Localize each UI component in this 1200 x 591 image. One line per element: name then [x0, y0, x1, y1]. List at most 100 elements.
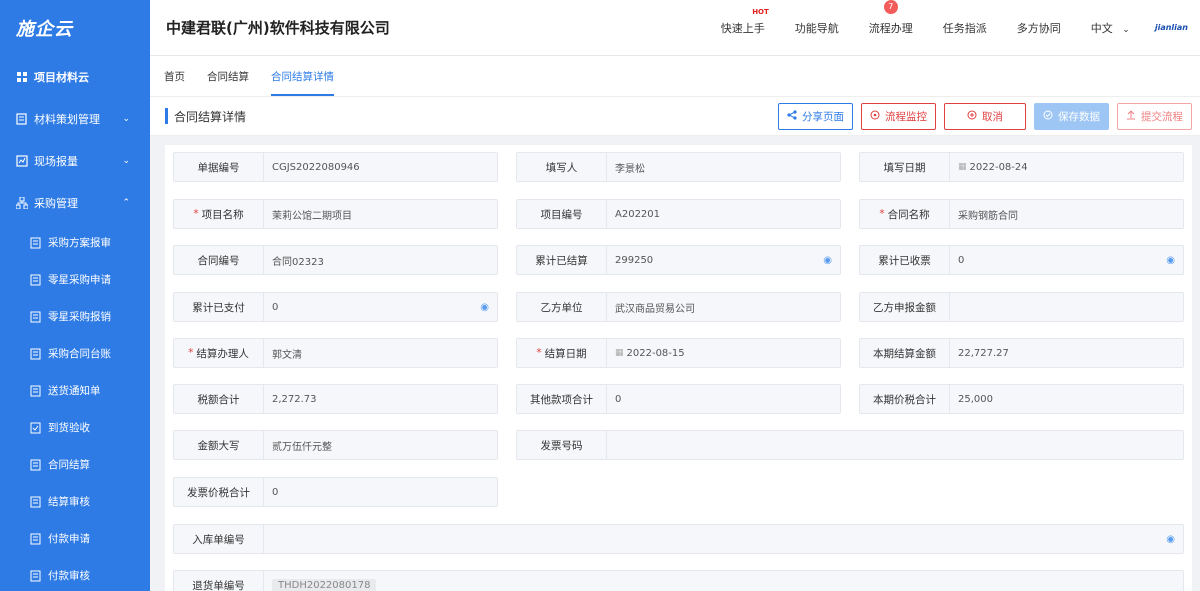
tab-bar: 首页 合同结算 合同结算详情 [150, 56, 1200, 96]
sidebar-item-label: 送货通知单 [48, 385, 101, 397]
chevron-down-icon: ⌄ [1122, 24, 1130, 35]
paid-total-field: 累计已支付 0 ◉ [173, 292, 498, 322]
settle-amount-field: 本期结算金额 22,727.27 [859, 338, 1184, 368]
sidebar-item-sporadic-reimburse[interactable]: 零星采购报销 [0, 298, 150, 335]
eye-icon[interactable]: ◉ [823, 255, 832, 266]
nav-function-guide[interactable]: 功能导航 [795, 20, 839, 36]
sidebar-item-label: 零星采购申请 [48, 274, 111, 286]
chevron-down-icon: ⌄ [122, 156, 130, 166]
sidebar-item-delivery-notice[interactable]: 送货通知单 [0, 372, 150, 409]
sidebar-item-label: 采购方案报审 [48, 237, 111, 249]
settle-date-input[interactable]: ▦ 2022-08-15 [607, 339, 840, 367]
tax-total-value: 2,272.73 [264, 385, 497, 413]
warehouse-no-input[interactable]: ◉ [264, 525, 1183, 553]
nav-task-assign[interactable]: 任务指派 [943, 20, 987, 36]
submit-process-button[interactable]: 提交流程 [1117, 102, 1192, 130]
tab-contract-settle-detail[interactable]: 合同结算详情 [271, 56, 334, 96]
field-label: 填写人 [517, 153, 607, 181]
handler-input[interactable]: 郭文清 [264, 339, 497, 367]
share-button-label: 分享页面 [802, 110, 844, 123]
language-select[interactable]: 中文 ⌄ [1091, 20, 1130, 36]
invoice-no-input[interactable] [607, 431, 1183, 459]
share-button[interactable]: 分享页面 [778, 102, 853, 130]
amount-words-field: 金额大写 贰万伍仟元整 [173, 430, 498, 460]
target-icon [870, 110, 880, 123]
doc-no-value: CGJS2022080946 [264, 153, 497, 181]
doc-no-field: 单据编号 CGJS2022080946 [173, 152, 498, 182]
eye-icon[interactable]: ◉ [1166, 534, 1175, 545]
project-name-input[interactable]: 茉莉公馆二期项目 [264, 200, 497, 228]
contract-name-input[interactable]: 采购钢筋合同 [950, 200, 1183, 228]
field-label: 本期结算金额 [860, 339, 950, 367]
sidebar-item-payment-review[interactable]: 付款审核 [0, 557, 150, 591]
process-monitor-label: 流程监控 [885, 110, 927, 123]
cancel-label: 取消 [982, 110, 1003, 123]
chevron-up-icon: ⌃ [122, 198, 130, 208]
language-label: 中文 [1090, 21, 1113, 35]
document-icon [30, 274, 42, 286]
nav-quick-start[interactable]: 快速上手 HOT [720, 8, 769, 36]
sidebar-item-label: 付款申请 [48, 533, 90, 545]
sidebar-item-payment-apply[interactable]: 付款申请 [0, 520, 150, 557]
save-button[interactable]: 保存数据 [1034, 102, 1109, 130]
sidebar-item-label: 付款审核 [48, 570, 90, 582]
field-label: 退货单编号 [174, 571, 264, 591]
process-monitor-button[interactable]: 流程监控 [861, 102, 936, 130]
field-label: 项目编号 [517, 200, 607, 228]
write-date-input: ▦ 2022-08-24 [950, 153, 1183, 181]
field-label: 乙方申报金额 [860, 293, 950, 321]
sidebar-item-label: 零星采购报销 [48, 311, 111, 323]
sidebar-item-project-material[interactable]: 项目材料云 [0, 56, 150, 98]
return-no-value: THDH2022080178 [264, 571, 1183, 591]
settled-total-field: 累计已结算 299250 ◉ [516, 245, 841, 275]
sidebar-item-sporadic-apply[interactable]: 零星采购申请 [0, 261, 150, 298]
submit-label: 提交流程 [1141, 110, 1183, 123]
contract-no-value: 合同02323 [264, 246, 497, 274]
payment-icon [30, 570, 42, 582]
sidebar-item-contract-settle[interactable]: 合同结算 [0, 446, 150, 483]
settle-amount-value: 22,727.27 [950, 339, 1183, 367]
field-label: * 结算日期 [517, 339, 607, 367]
sidebar-item-arrival-check[interactable]: 到货验收 [0, 409, 150, 446]
eye-icon[interactable]: ◉ [480, 302, 489, 313]
document-icon [30, 348, 42, 360]
calendar-icon: ▦ [615, 348, 624, 358]
tab-home[interactable]: 首页 [164, 56, 185, 96]
document-icon [30, 311, 42, 323]
nav-process[interactable]: 7 流程办理 [868, 0, 913, 36]
sidebar-item-settle-review[interactable]: 结算审核 [0, 483, 150, 520]
party-b-amount-input[interactable] [950, 293, 1183, 321]
tab-contract-settle[interactable]: 合同结算 [207, 56, 249, 96]
nav-label: 快速上手 [720, 21, 765, 35]
contract-name-field: * 合同名称 采购钢筋合同 [859, 199, 1184, 229]
tax-total-field: 税额合计 2,272.73 [173, 384, 498, 414]
hot-badge: HOT [752, 7, 769, 16]
field-label: 累计已支付 [174, 293, 264, 321]
sidebar-item-contract-ledger[interactable]: 采购合同台账 [0, 335, 150, 372]
sidebar-item-site-report[interactable]: 现场报量 ⌄ [0, 140, 150, 182]
field-label: * 结算办理人 [174, 339, 264, 367]
cancel-button[interactable]: 取消 [944, 102, 1026, 130]
price-tax-total-value: 25,000 [950, 385, 1183, 413]
field-label: * 合同名称 [860, 200, 950, 228]
nav-collaboration[interactable]: 多方协同 [1017, 20, 1061, 36]
upload-icon [1126, 110, 1136, 123]
price-tax-total-field: 本期价税合计 25,000 [859, 384, 1184, 414]
grid-icon [16, 71, 28, 83]
cancel-icon [967, 110, 977, 123]
logo[interactable]: 施企云 [0, 0, 150, 56]
eye-icon[interactable]: ◉ [1166, 255, 1175, 266]
field-label: * 项目名称 [174, 200, 264, 228]
writer-field: 填写人 李景松 [516, 152, 841, 182]
page-titlebar: 合同结算详情 分享页面 流程监控 取消 保存数据 提交流程 [150, 96, 1200, 136]
sidebar-item-purchase-plan[interactable]: 采购方案报审 [0, 224, 150, 261]
settle-date-field: * 结算日期 ▦ 2022-08-15 [516, 338, 841, 368]
sidebar-item-material-plan[interactable]: 材料策划管理 ⌄ [0, 98, 150, 140]
sidebar-item-label: 项目材料云 [34, 71, 89, 84]
other-total-value: 0 [607, 385, 840, 413]
nav-label: 流程办理 [868, 21, 913, 35]
field-label: 累计已收票 [860, 246, 950, 274]
sidebar-item-purchase-manage[interactable]: 采购管理 ⌃ [0, 182, 150, 224]
received-total-field: 累计已收票 0 ◉ [859, 245, 1184, 275]
handler-field: * 结算办理人 郭文清 [173, 338, 498, 368]
